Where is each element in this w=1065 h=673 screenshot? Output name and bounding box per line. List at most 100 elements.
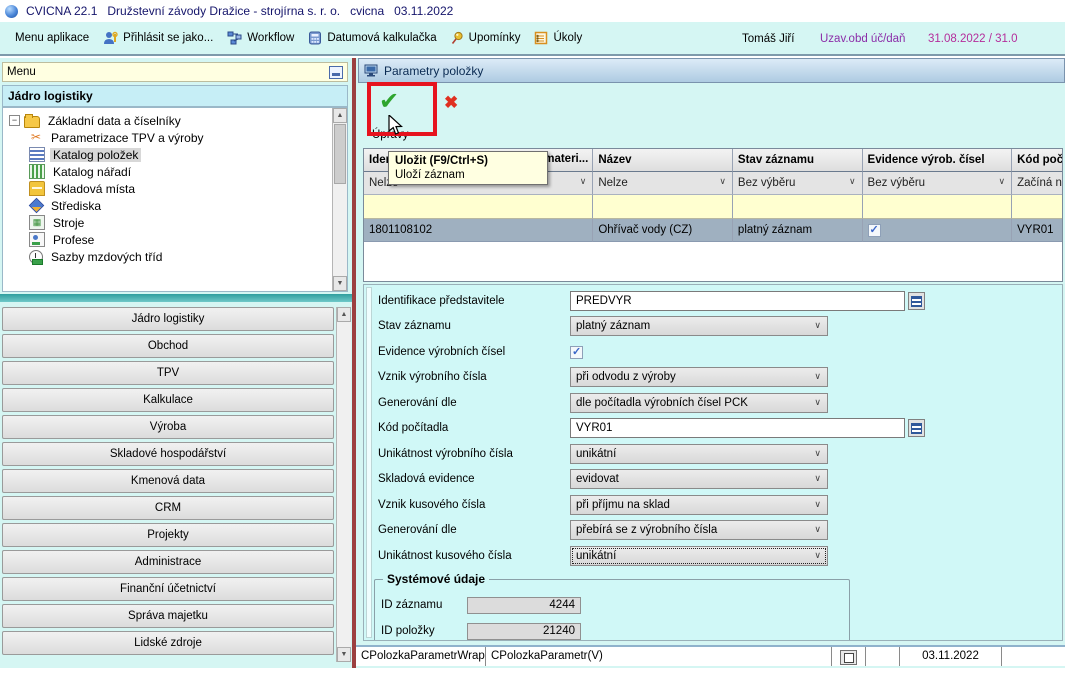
- module-sprava-majetku[interactable]: Správa majetku: [2, 604, 334, 628]
- kod-pocitadla-lookup-button[interactable]: [908, 419, 925, 437]
- search-cell-identifikace[interactable]: [364, 195, 593, 219]
- app-icon: [5, 5, 18, 18]
- tasks-list-icon: [534, 31, 548, 45]
- lookup-grid-icon: [911, 296, 922, 307]
- unikatnost-kusoveho-cisla-select[interactable]: unikátní: [570, 546, 828, 566]
- module-jadro-logistiky[interactable]: Jádro logistiky: [2, 307, 334, 331]
- module-vyroba[interactable]: Výroba: [2, 415, 334, 439]
- module-crm[interactable]: CRM: [2, 496, 334, 520]
- skladova-evidence-select[interactable]: evidovat: [570, 469, 828, 489]
- horizontal-splitter[interactable]: [0, 294, 352, 302]
- menu-item-app-menu[interactable]: Menu aplikace: [8, 29, 96, 47]
- status-empty-cell: [866, 647, 900, 666]
- catalog-list-icon: [29, 147, 45, 162]
- row-cell-identifikace[interactable]: 1801108102: [364, 219, 593, 242]
- generovani-dle-kus-select[interactable]: přebírá se z výrobního čísla: [570, 520, 828, 540]
- id-zaznamu-value: 4244: [467, 597, 581, 614]
- warehouse-icon: [29, 181, 45, 196]
- search-cell-kod[interactable]: [1012, 195, 1062, 219]
- tree-item-parametrizace[interactable]: ✂ Parametrizace TPV a výroby: [29, 129, 347, 146]
- filter-nazev[interactable]: Nelze: [593, 172, 733, 195]
- module-obchod[interactable]: Obchod: [2, 334, 334, 358]
- grid-search-row: [364, 195, 1062, 219]
- column-header-kod[interactable]: Kód poč: [1012, 149, 1062, 172]
- column-header-nazev[interactable]: Název: [593, 149, 733, 172]
- accordion-scrollbar[interactable]: ▲ ▼: [336, 307, 351, 662]
- menu-item-reminders[interactable]: Upomínky: [444, 28, 528, 48]
- tree-expander-icon[interactable]: −: [9, 115, 20, 126]
- search-cell-nazev[interactable]: [593, 195, 733, 219]
- field-label-generovani-dle-kus: Generování dle: [378, 524, 570, 536]
- search-cell-evidence[interactable]: [863, 195, 1013, 219]
- filter-kod[interactable]: Začíná n: [1012, 172, 1062, 195]
- menu-item-workflow[interactable]: Workflow: [220, 28, 301, 48]
- tree-item-strediska[interactable]: Střediska: [29, 197, 347, 214]
- tree-item-katalog-polozek[interactable]: Katalog položek: [29, 146, 347, 163]
- id-zaznamu-label: ID záznamu: [381, 599, 467, 611]
- identifikace-lookup-button[interactable]: [908, 292, 925, 310]
- module-projekty[interactable]: Projekty: [2, 523, 334, 547]
- accordion-scroll-down-arrow[interactable]: ▼: [337, 647, 351, 662]
- column-header-evidence[interactable]: Evidence výrob. čísel: [863, 149, 1013, 172]
- row-cell-stav[interactable]: platný záznam: [733, 219, 863, 242]
- system-data-title: Systémové údaje: [383, 572, 489, 586]
- evidence-checkbox[interactable]: [868, 224, 881, 237]
- tools-icon: ✂: [29, 131, 43, 144]
- identifikace-predstavitele-input[interactable]: PREDVYR: [570, 291, 905, 311]
- module-lidske-zdroje[interactable]: Lidské zdroje: [2, 631, 334, 655]
- accordion-scroll-up-arrow[interactable]: ▲: [337, 307, 351, 322]
- tree-item-katalog-naradi[interactable]: Katalog nářadí: [29, 163, 347, 180]
- generovani-dle-vyr-select[interactable]: dle počítadla výrobních čísel PCK: [570, 393, 828, 413]
- form-splitter-handle[interactable]: [366, 287, 372, 638]
- edit-toolbar: ✔ ✖ Úpravy: [358, 83, 1065, 148]
- module-kalkulace[interactable]: Kalkulace: [2, 388, 334, 412]
- grid-data-row[interactable]: 1801108102 Ohřívač vody (CZ) platný zázn…: [364, 219, 1062, 242]
- status-bar: CPolozkaParametrWrapp CPolozkaParametr(V…: [356, 645, 1065, 666]
- restore-window-button[interactable]: [840, 650, 857, 665]
- row-cell-nazev[interactable]: Ohřívač vody (CZ): [593, 219, 733, 242]
- row-cell-evidence[interactable]: [863, 219, 1013, 242]
- window-title: CVICNA 22.1 Družstevní závody Dražice - …: [26, 4, 453, 18]
- module-administrace[interactable]: Administrace: [2, 550, 334, 574]
- vznik-vyrobniho-cisla-select[interactable]: při odvodu z výroby: [570, 367, 828, 387]
- stav-zaznamu-select[interactable]: platný záznam: [570, 316, 828, 336]
- row-cell-kod[interactable]: VYR01: [1012, 219, 1062, 242]
- tree-scroll-down-arrow[interactable]: ▼: [333, 276, 347, 291]
- filter-stav[interactable]: Bez výběru: [733, 172, 863, 195]
- tree-item-stroje[interactable]: ▦ Stroje: [29, 214, 347, 231]
- menu-item-date-calculator[interactable]: Datumová kalkulačka: [301, 28, 443, 48]
- filter-evidence[interactable]: Bez výběru: [863, 172, 1013, 195]
- module-kmenova-data[interactable]: Kmenová data: [2, 469, 334, 493]
- unikatnost-vyrobniho-cisla-select[interactable]: unikátní: [570, 444, 828, 464]
- status-button-cell: [832, 647, 866, 666]
- tree-item-sazby[interactable]: Sazby mzdových tříd: [29, 248, 347, 265]
- vznik-kusoveho-cisla-select[interactable]: při příjmu na sklad: [570, 495, 828, 515]
- menu-item-tasks[interactable]: Úkoly: [527, 28, 589, 48]
- field-label-generovani-dle-vyr: Generování dle: [378, 397, 570, 409]
- field-label-stav-zaznamu: Stav záznamu: [378, 320, 570, 332]
- tree-item-profese[interactable]: Profese: [29, 231, 347, 248]
- tool-catalog-icon: [29, 164, 45, 179]
- column-header-stav[interactable]: Stav záznamu: [733, 149, 863, 172]
- tree-scrollbar[interactable]: ▲ ▼: [332, 108, 347, 291]
- module-financni-ucetnictvi[interactable]: Finanční účetnictví: [2, 577, 334, 601]
- menu-item-login[interactable]: Přihlásit se jako...: [96, 28, 220, 48]
- field-label-kod-pocitadla: Kód počítadla: [378, 422, 570, 434]
- window-title-bar: CVICNA 22.1 Družstevní závody Dražice - …: [0, 0, 1065, 22]
- tree-item-skladova-mista[interactable]: Skladová místa: [29, 180, 347, 197]
- cancel-button[interactable]: ✖: [444, 93, 458, 113]
- evidence-vyrobnich-cisel-checkbox[interactable]: [570, 346, 583, 359]
- tree-root-item[interactable]: − Základní data a číselníky: [3, 112, 347, 129]
- field-label-vznik-vyrobniho-cisla: Vznik výrobního čísla: [378, 371, 570, 383]
- module-tpv[interactable]: TPV: [2, 361, 334, 385]
- tree-section-title: Jádro logistiky: [2, 85, 348, 107]
- kod-pocitadla-input[interactable]: VYR01: [570, 418, 905, 438]
- closing-period-value: 31.08.2022 / 31.0: [928, 33, 1018, 45]
- tree-scroll-up-arrow[interactable]: ▲: [333, 108, 347, 123]
- module-skladove-hospodarstvi[interactable]: Skladové hospodářství: [2, 442, 334, 466]
- status-wrapper-class: CPolozkaParametrWrapp: [356, 647, 486, 666]
- save-tooltip: Uložit (F9/Ctrl+S) Uloží záznam: [388, 151, 548, 185]
- collapse-panel-button[interactable]: [329, 66, 343, 79]
- pushpin-icon: [451, 31, 464, 45]
- search-cell-stav[interactable]: [733, 195, 863, 219]
